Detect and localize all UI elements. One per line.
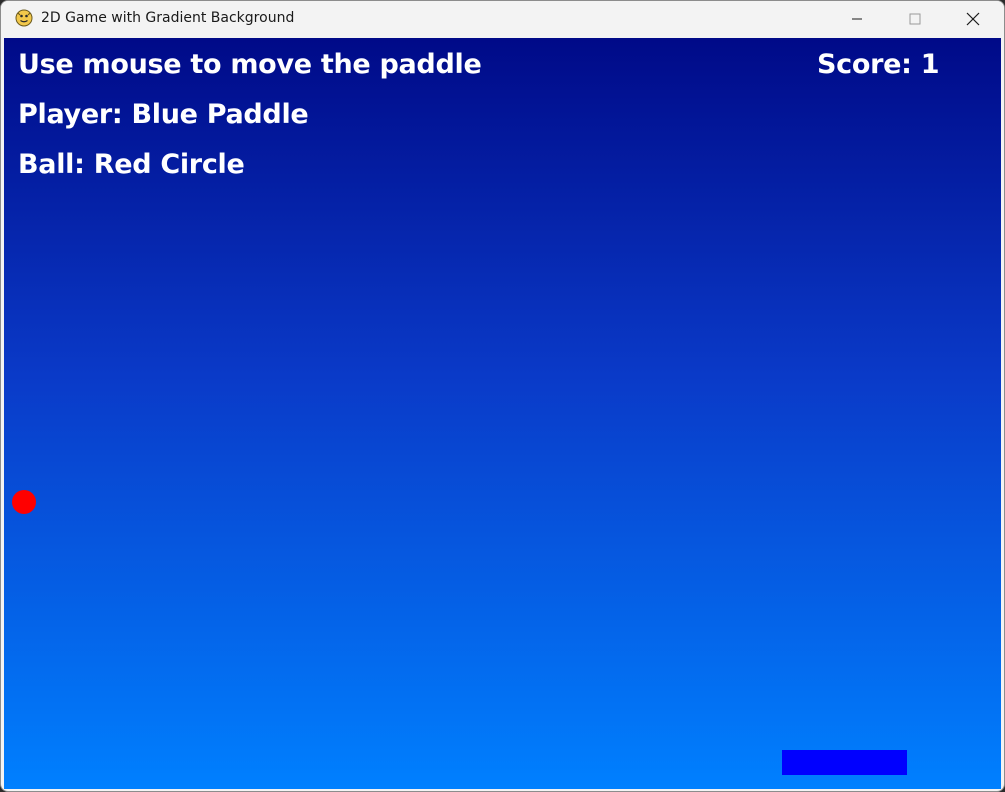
score-display: Score: 1 bbox=[817, 49, 940, 80]
minimize-button[interactable] bbox=[828, 1, 886, 37]
python-snake-icon bbox=[15, 9, 33, 27]
game-window: 2D Game with Gradient Background Use mou… bbox=[0, 0, 1005, 792]
red-ball bbox=[12, 490, 36, 514]
title-bar[interactable]: 2D Game with Gradient Background bbox=[1, 1, 1004, 37]
maximize-icon bbox=[909, 13, 921, 25]
game-canvas[interactable]: Use mouse to move the paddle Player: Blu… bbox=[4, 38, 1001, 789]
maximize-button[interactable] bbox=[886, 1, 944, 37]
blue-paddle[interactable] bbox=[782, 750, 907, 775]
player-label: Player: Blue Paddle bbox=[18, 99, 309, 130]
instruction-text: Use mouse to move the paddle bbox=[18, 49, 482, 80]
close-button[interactable] bbox=[944, 1, 1002, 37]
ball-label: Ball: Red Circle bbox=[18, 149, 245, 180]
close-icon bbox=[966, 12, 980, 26]
minimize-icon bbox=[852, 18, 862, 20]
window-title: 2D Game with Gradient Background bbox=[41, 10, 295, 26]
